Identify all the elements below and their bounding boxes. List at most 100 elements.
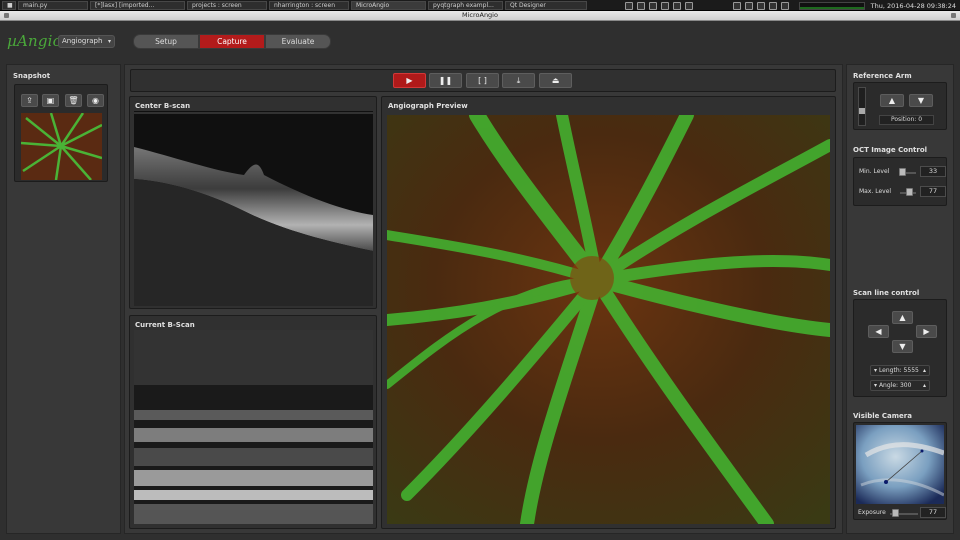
acquire-button[interactable]: ⏏ (539, 73, 572, 88)
chevron-up-icon[interactable]: ▴ (923, 381, 926, 390)
tab-evaluate[interactable]: Evaluate (265, 34, 331, 49)
chevron-down-icon[interactable]: ▾ (874, 367, 877, 374)
chevron-down-icon[interactable]: ▾ (874, 382, 877, 389)
task-pyqtgraph[interactable]: pyqtgraph exampl... (428, 0, 503, 10)
pause-button[interactable]: ❚❚ (429, 73, 462, 88)
reference-arm-title: Reference Arm (853, 72, 912, 80)
chrome-icon[interactable] (624, 1, 633, 10)
task-projects[interactable]: projects : screen (187, 0, 267, 10)
window-titlebar[interactable]: MicroAngio (0, 11, 960, 21)
battery-icon[interactable] (768, 1, 777, 10)
oct-control-title: OCT Image Control (853, 146, 928, 154)
snapshot-title: Snapshot (13, 72, 51, 80)
system-taskbar: ■ main.py [*]lasx] [imported... projects… (0, 0, 960, 11)
eye-icon: ◉ (92, 96, 99, 105)
play-icon: ▶ (406, 76, 413, 85)
max-level-value[interactable]: 77 (920, 186, 946, 197)
snapshot-panel: Snapshot ⇪ ▣ 🗑 ◉ (6, 64, 121, 534)
settings-icon[interactable] (780, 1, 789, 10)
task-microangio[interactable]: MicroAngio (351, 0, 426, 10)
task-nharrington[interactable]: nharrington : screen (269, 0, 349, 10)
camera-title: Visible Camera (853, 412, 912, 420)
angiograph-image[interactable] (387, 115, 830, 524)
min-level-value[interactable]: 33 (920, 166, 946, 177)
tab-setup[interactable]: Setup (133, 34, 199, 49)
camera-image[interactable] (856, 425, 944, 504)
max-level-handle[interactable] (906, 188, 913, 196)
snapshot-box: ⇪ ▣ 🗑 ◉ (14, 84, 108, 182)
arrow-down-icon: ▼ (917, 96, 925, 105)
upload-icon: ⇪ (26, 96, 33, 105)
file-icon[interactable] (684, 1, 693, 10)
arm-up-button[interactable]: ▲ (880, 94, 904, 107)
fullscreen-button[interactable]: [ ] (466, 73, 499, 88)
play-button[interactable]: ▶ (393, 73, 426, 88)
view-snapshot-button[interactable]: ◉ (87, 94, 104, 107)
min-level-handle[interactable] (899, 168, 906, 176)
exposure-value[interactable]: 77 (920, 507, 946, 518)
upload-button[interactable]: ⇪ (21, 94, 38, 107)
workflow-tabs: Setup Capture Evaluate (133, 34, 331, 49)
save-icon: ▣ (46, 96, 55, 105)
task-qt-designer[interactable]: Qt Designer (505, 0, 587, 10)
display-icon[interactable] (756, 1, 765, 10)
scan-left-button[interactable]: ◀ (868, 325, 889, 338)
volume-icon[interactable] (744, 1, 753, 10)
cpu-graph (798, 1, 865, 10)
trash-icon: 🗑 (68, 96, 79, 105)
window-icon[interactable] (660, 1, 669, 10)
angiograph-title: Angiograph Preview (388, 102, 468, 110)
exposure-handle[interactable] (892, 509, 899, 517)
mode-select[interactable]: Angiograph ▾ (58, 35, 115, 48)
task-lasx[interactable]: [*]lasx] [imported... (90, 0, 185, 10)
center-bscan-title: Center B-scan (135, 102, 191, 110)
close-icon[interactable] (951, 13, 956, 18)
slider-handle[interactable] (859, 108, 865, 114)
oct-control-box: Min. Level 33 Max. Level 77 (853, 157, 947, 206)
app-icon[interactable] (636, 1, 645, 10)
length-spinbox[interactable]: ▾ Length: 5555 ▴ (870, 365, 930, 376)
expand-icon: [ ] (478, 76, 487, 85)
angle-value: Angle: 300 (878, 382, 912, 389)
min-level-label: Min. Level (859, 168, 890, 175)
reference-arm-slider[interactable] (858, 87, 866, 126)
arm-down-button[interactable]: ▼ (909, 94, 933, 107)
chevron-down-icon: ▾ (107, 38, 111, 45)
current-bscan-image[interactable] (134, 330, 373, 524)
scan-line-box: ▲ ◀ ▶ ▼ ▾ Length: 5555 ▴ ▾ Angle: 300 ▴ (853, 299, 947, 397)
system-tray: Thu, 2016-04-28 09:38:24 (621, 0, 960, 11)
delete-snapshot-button[interactable]: 🗑 (65, 94, 82, 107)
download-icon: ⤓ (516, 76, 521, 85)
arrow-up-icon: ▲ (888, 96, 896, 105)
acquire-icon: ⏏ (551, 76, 560, 85)
snapshot-thumbnail[interactable] (21, 113, 102, 180)
reference-arm-box: ▲ ▼ Position: 0 (853, 82, 947, 130)
scan-up-button[interactable]: ▲ (892, 311, 913, 324)
tab-capture[interactable]: Capture (199, 34, 265, 49)
network-icon[interactable] (732, 1, 741, 10)
current-bscan-title: Current B-Scan (135, 321, 195, 329)
arrow-down-icon: ▼ (899, 342, 906, 351)
mode-select-value: Angiograph (62, 37, 103, 45)
window-icon[interactable] (672, 1, 681, 10)
download-button[interactable]: ⤓ (502, 73, 535, 88)
arrow-up-icon: ▲ (899, 313, 906, 322)
menu-button[interactable]: ■ (2, 0, 16, 10)
app-logo: µAngio (7, 32, 62, 50)
save-snapshot-button[interactable]: ▣ (42, 94, 59, 107)
center-bscan-image[interactable] (134, 111, 373, 306)
camera-box: Exposure 77 (853, 422, 947, 520)
scan-right-button[interactable]: ▶ (916, 325, 937, 338)
clock: Thu, 2016-04-28 09:38:24 (870, 1, 956, 10)
task-main-py[interactable]: main.py (18, 0, 88, 10)
chevron-up-icon[interactable]: ▴ (923, 366, 926, 375)
exposure-label: Exposure (858, 509, 886, 516)
arrow-left-icon: ◀ (875, 327, 882, 336)
angle-spinbox[interactable]: ▾ Angle: 300 ▴ (870, 380, 930, 391)
window-icon[interactable] (648, 1, 657, 10)
window-title: MicroAngio (462, 11, 498, 19)
scan-down-button[interactable]: ▼ (892, 340, 913, 353)
window-menu-icon[interactable] (4, 13, 9, 18)
position-readout: Position: 0 (879, 115, 934, 125)
pause-icon: ❚❚ (438, 76, 453, 85)
